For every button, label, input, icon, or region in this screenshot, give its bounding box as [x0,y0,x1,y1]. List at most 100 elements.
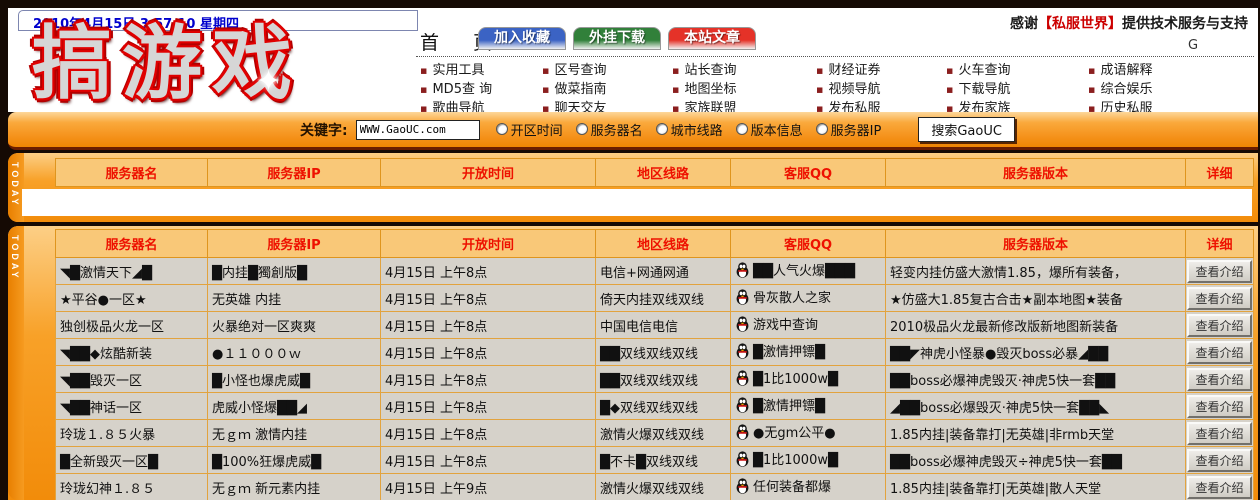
server-ip-cell: 无英雄 内挂 [208,285,381,312]
qq-cell: 骨灰散人之家 [731,285,886,312]
search-radio-4[interactable]: 版本信息 [736,120,803,139]
qq-contact[interactable]: █激情押镖█ [735,395,825,414]
qq-contact[interactable]: █1比1000w█ [735,368,838,387]
column-header: 服务器名 [56,230,208,258]
detail-cell: 查看介绍 [1186,474,1254,500]
view-intro-button[interactable]: 查看介绍 [1187,341,1251,364]
nav-link[interactable]: ▪财经证券 [816,59,880,78]
nav-link[interactable]: ▪下载导航 [946,78,1010,97]
view-intro-button[interactable]: 查看介绍 [1187,368,1251,391]
qq-contact[interactable]: 任何装备都爆 [735,476,831,495]
qq-label: 游戏中查询 [753,314,818,333]
nav-link[interactable]: ▪地图坐标 [672,78,736,97]
nav-link-label: 实用工具 [432,63,484,78]
table-row: █全新毁灭一区██100%狂爆虎威█4月15日 上午8点█不卡█双线双线█1比1… [56,447,1254,474]
tab-1[interactable]: 加入收藏 [478,27,566,50]
server-ip-cell: 火暴绝对一区爽爽 [208,312,381,339]
search-radio-5[interactable]: 服务器IP [816,120,882,139]
table-row: ◥█激情天下◢██内挂█獨創版█4月15日 上午8点电信+网通网通██人气火爆█… [56,258,1254,285]
qq-penguin-icon [735,316,750,332]
table-row: ◥██神话一区虎威小怪爆██◢4月15日 上午8点█◆双线双线双线█激情押镖█◢… [56,393,1254,420]
server-name-cell: ★平谷●一区★ [56,285,208,312]
nav-link-label: 视频导航 [828,82,880,97]
column-header: 服务器名 [56,159,208,187]
server-name-cell: 玲珑１.８５火暴 [56,420,208,447]
view-intro-button[interactable]: 查看介绍 [1187,476,1251,499]
server-ip-cell: █小怪也爆虎威█ [208,366,381,393]
qq-penguin-icon [735,424,750,440]
view-intro-button[interactable]: 查看介绍 [1187,422,1251,445]
sparkle-icon: ✦ [256,64,281,99]
qq-penguin-icon [735,478,750,494]
detail-cell: 查看介绍 [1186,393,1254,420]
search-button[interactable]: 搜索GaoUC [918,117,1015,142]
view-intro-button[interactable]: 查看介绍 [1187,395,1251,418]
view-intro-button[interactable]: 查看介绍 [1187,449,1251,472]
qq-contact[interactable]: 游戏中查询 [735,314,818,333]
bullet-icon: ▪ [1088,64,1095,77]
server-ip-cell: ●１１０００ｗ [208,339,381,366]
page: 2010年4月15日 3:57:10 星期四 感谢【私服世界】提供技术服务与支持… [0,0,1260,500]
search-input[interactable] [356,120,480,140]
server-table-header-only: 服务器名服务器IP开放时间地区线路客服QQ服务器版本详细 [55,158,1254,187]
nav-link[interactable]: ▪站长查询 [672,59,736,78]
tab-2[interactable]: 外挂下载 [573,27,661,50]
server-name-cell: 玲珑幻神１.８５ [56,474,208,500]
radio-icon [656,123,668,135]
nav-link[interactable]: ▪MD5查 询 [420,78,492,97]
server-version-cell: ◢██boss必爆毁灭·神虎5快一套██◣ [886,393,1186,420]
server-table: 服务器名服务器IP开放时间地区线路客服QQ服务器版本详细 ◥█激情天下◢██内挂… [55,229,1254,500]
qq-contact[interactable]: 骨灰散人之家 [735,287,831,306]
today-side-label: TODAY [10,162,20,208]
bullet-icon: ▪ [946,64,953,77]
today-panel-top: TODAY 服务器名服务器IP开放时间地区线路客服QQ服务器版本详细 [8,153,1258,222]
nav-link-label: 地图坐标 [684,82,736,97]
view-intro-button[interactable]: 查看介绍 [1187,260,1251,283]
search-radio-3[interactable]: 城市线路 [656,120,723,139]
nav-link[interactable]: ▪综合娱乐 [1088,78,1152,97]
nav-link[interactable]: ▪做菜指南 [542,78,606,97]
column-header: 开放时间 [381,159,596,187]
view-intro-button[interactable]: 查看介绍 [1187,287,1251,310]
nav-link[interactable]: ▪区号查询 [542,59,606,78]
qq-penguin-icon [735,343,750,359]
radio-icon [576,123,588,135]
qq-penguin-icon [735,289,750,305]
search-band: 关键字: 开区时间服务器名城市线路版本信息服务器IP 搜索GaoUC [8,112,1258,150]
qq-label: █1比1000w█ [753,368,838,387]
nav-link[interactable]: ▪ 视频导航 [816,78,880,97]
server-list-panel: TODAY 服务器名服务器IP开放时间地区线路客服QQ服务器版本详细 ◥█激情天… [8,226,1258,500]
detail-cell: 查看介绍 [1186,312,1254,339]
line-cell: 激情火爆双线双线 [596,420,731,447]
column-header: 开放时间 [381,230,596,258]
bullet-icon: ▪ [420,64,427,77]
open-time-cell: 4月15日 上午8点 [381,447,596,474]
search-radio-2[interactable]: 服务器名 [576,120,643,139]
server-ip-cell: 无ｇｍ 激情内挂 [208,420,381,447]
bullet-icon: ▪ [816,83,823,96]
radio-icon [496,123,508,135]
column-header: 服务器IP [208,230,381,258]
view-intro-button[interactable]: 查看介绍 [1187,314,1251,337]
nav-link[interactable]: ▪火车查询 [946,59,1010,78]
search-radio-1[interactable]: 开区时间 [496,120,563,139]
qq-contact[interactable]: ██人气火爆███ [735,260,855,279]
bullet-icon: ▪ [542,64,549,77]
qq-contact[interactable]: █激情押镖█ [735,341,825,360]
bullet-icon: ▪ [542,83,549,96]
qq-label: ██人气火爆███ [753,260,855,279]
qq-contact[interactable]: ●无gm公平● [735,422,836,441]
qq-label: ●无gm公平● [753,422,836,441]
server-ip-cell: 虎威小怪爆██◢ [208,393,381,420]
qq-penguin-icon [735,451,750,467]
column-header: 客服QQ [731,230,886,258]
column-header: 详细 [1186,230,1254,258]
tab-3[interactable]: 本站文章 [668,27,756,50]
credits-prefix: 感谢 [1010,16,1038,32]
line-cell: 中国电信电信 [596,312,731,339]
column-header: 地区线路 [596,159,731,187]
qq-contact[interactable]: █1比1000w█ [735,449,838,468]
detail-cell: 查看介绍 [1186,258,1254,285]
nav-link[interactable]: ▪成语解释 [1088,59,1152,78]
nav-link[interactable]: ▪ 实用工具 [420,59,484,78]
